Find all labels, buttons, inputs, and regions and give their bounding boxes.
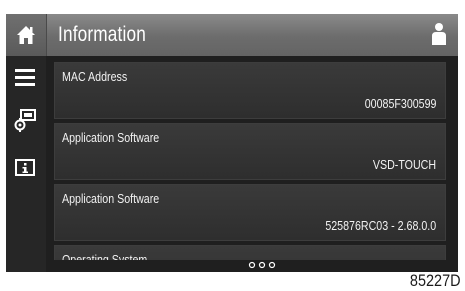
- controller-settings-button[interactable]: [12, 108, 40, 132]
- item-value: 525876RC03 - 2.68.0.0: [325, 218, 436, 233]
- info-button[interactable]: [12, 156, 40, 180]
- list-item[interactable]: Operating System: [54, 245, 446, 260]
- home-icon: [17, 26, 35, 44]
- controller-settings-icon: [14, 109, 36, 132]
- item-label: MAC Address: [62, 69, 128, 84]
- list-item[interactable]: Application Software 525876RC03 - 2.68.0…: [54, 184, 446, 241]
- item-label: Application Software: [62, 191, 160, 206]
- item-value: VSD-TOUCH: [372, 157, 436, 172]
- menu-icon: [15, 69, 35, 86]
- information-list[interactable]: MAC Address 00085F300599 Application Sof…: [54, 62, 446, 260]
- sidebar: [6, 56, 46, 272]
- page-title: Information: [58, 23, 146, 46]
- item-label: Application Software: [62, 130, 160, 145]
- more-dots-icon[interactable]: [247, 261, 277, 269]
- list-item[interactable]: MAC Address 00085F300599: [54, 62, 446, 119]
- home-button[interactable]: [6, 14, 47, 56]
- figure-id-label: 85227D: [410, 271, 461, 290]
- item-value: 00085F300599: [364, 96, 436, 111]
- user-icon[interactable]: [432, 23, 446, 45]
- menu-button[interactable]: [12, 66, 40, 90]
- controller-screen: Information MAC Address 00085F300599 App…: [6, 14, 458, 272]
- list-item[interactable]: Application Software VSD-TOUCH: [54, 123, 446, 180]
- header-bar: Information: [6, 14, 458, 56]
- item-label: Operating System: [62, 252, 148, 260]
- info-icon: [15, 159, 35, 176]
